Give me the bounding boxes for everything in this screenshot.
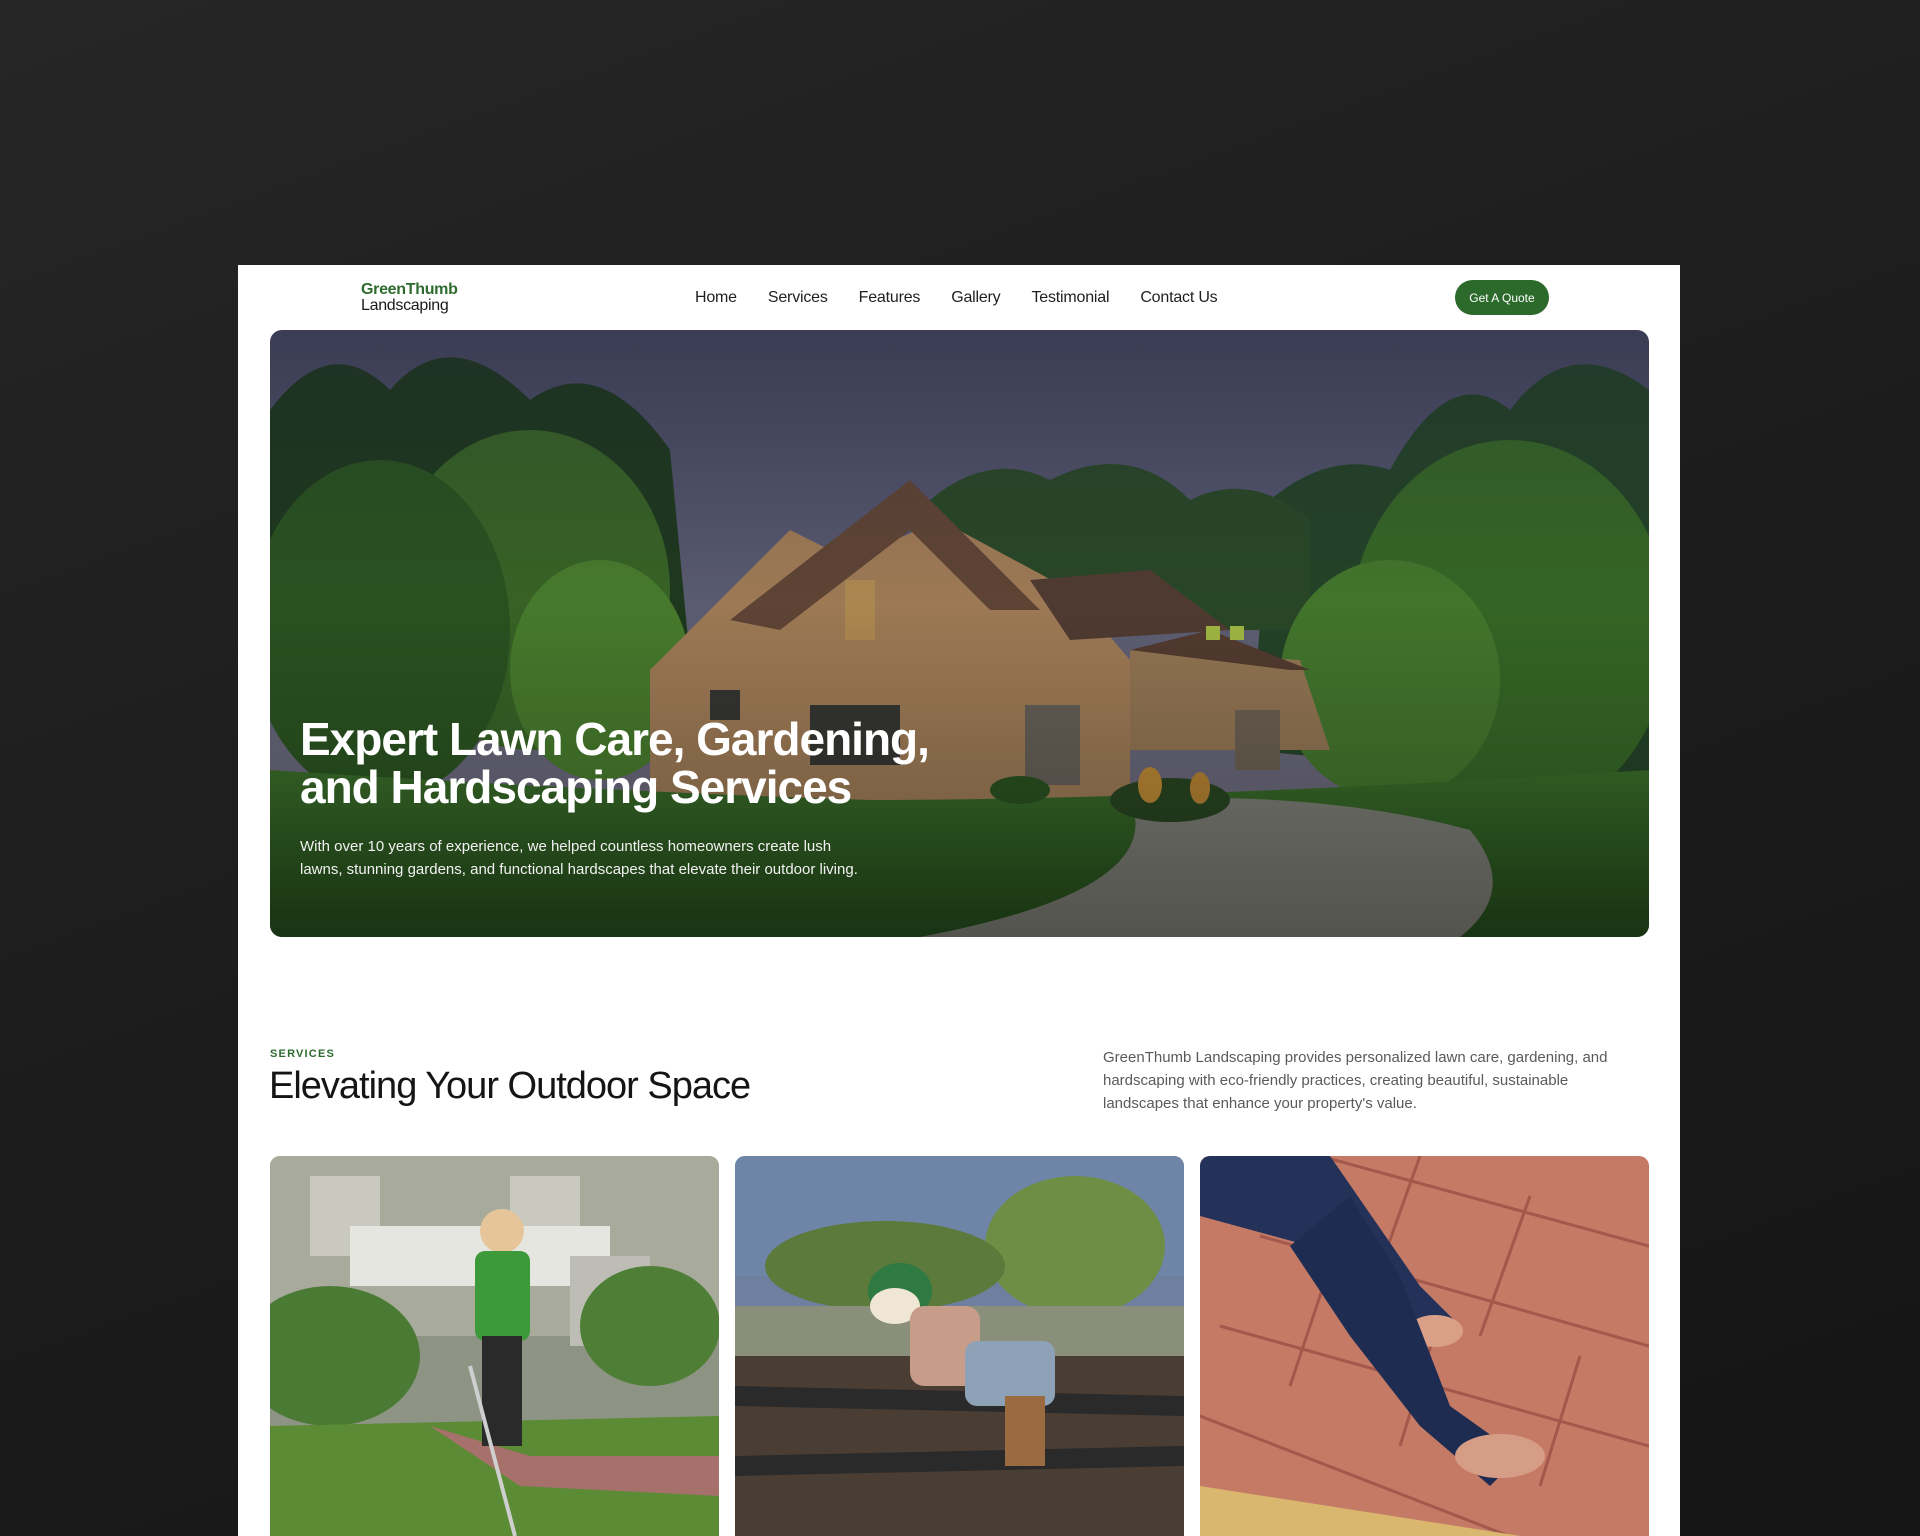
hero-title-line2: and Hardscaping Services [300, 761, 852, 813]
service-card-gardening[interactable] [735, 1156, 1184, 1536]
hardscaping-image [1200, 1156, 1649, 1536]
nav-link-testimonial[interactable]: Testimonial [1031, 289, 1109, 307]
services-description: GreenThumb Landscaping provides personal… [1103, 1049, 1608, 1112]
hero-title: Expert Lawn Care, Gardening, and Hardsca… [300, 715, 1060, 811]
service-card-hardscaping[interactable] [1200, 1156, 1649, 1536]
logo-line2: Landscaping [361, 297, 449, 314]
top-navbar: GreenThumb Landscaping Home Services Fea… [238, 265, 1680, 330]
hero-subtitle: With over 10 years of experience, we hel… [300, 838, 858, 878]
nav-link-gallery[interactable]: Gallery [951, 289, 1000, 307]
main-menu: Home Services Features Gallery Testimoni… [695, 289, 1248, 307]
website-frame: GreenThumb Landscaping Home Services Fea… [238, 265, 1680, 1536]
get-quote-button[interactable]: Get A Quote [1455, 280, 1549, 315]
services-title: Elevating Your Outdoor Space [269, 1065, 751, 1107]
logo-line1: GreenThumb [361, 281, 458, 298]
nav-link-contact[interactable]: Contact Us [1140, 289, 1217, 307]
nav-link-features[interactable]: Features [859, 289, 921, 307]
services-eyebrow: SERVICES [270, 1048, 336, 1060]
nav-link-services[interactable]: Services [768, 289, 828, 307]
hero-title-line1: Expert Lawn Care, Gardening, [300, 713, 930, 765]
lawn-care-image [270, 1156, 719, 1536]
hero-banner: Expert Lawn Care, Gardening, and Hardsca… [270, 330, 1649, 937]
gardening-image [735, 1156, 1184, 1536]
nav-link-home[interactable]: Home [695, 289, 737, 307]
service-card-lawn-care[interactable] [270, 1156, 719, 1536]
logo[interactable]: GreenThumb Landscaping [361, 282, 458, 314]
